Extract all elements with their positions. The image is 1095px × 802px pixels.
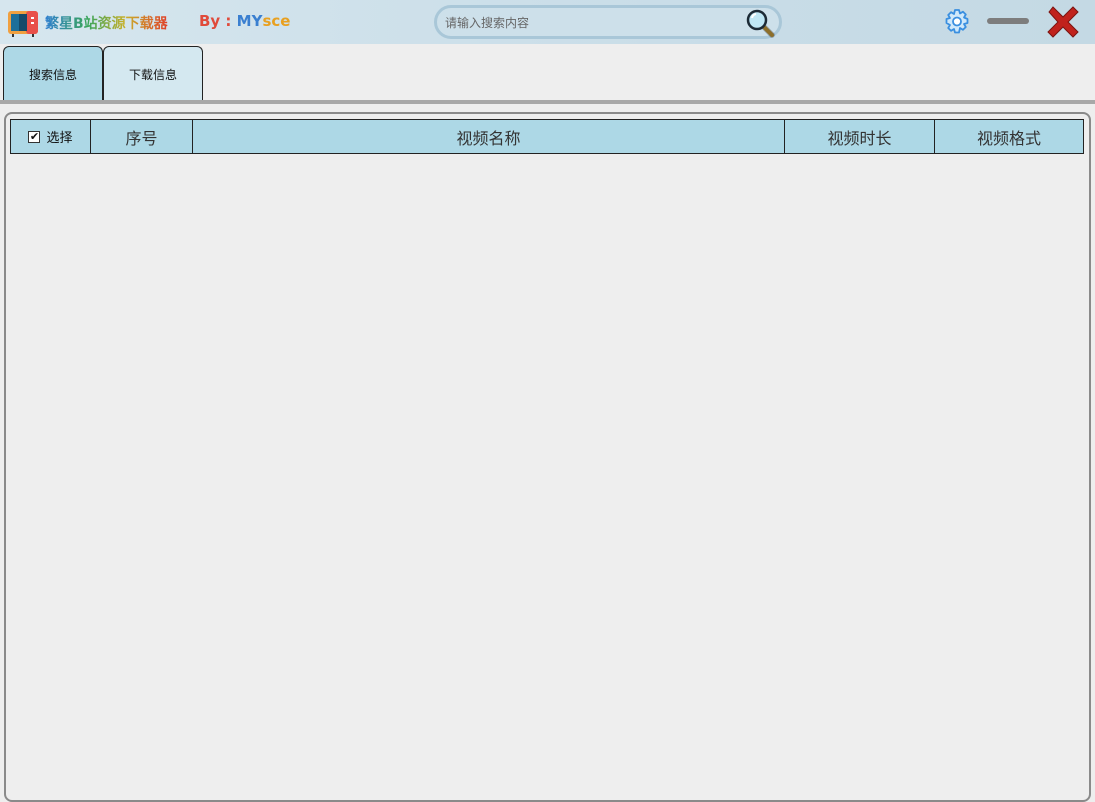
search-box — [434, 5, 782, 39]
author-name-part: sce — [262, 12, 291, 30]
column-header-format[interactable]: 视频格式 — [935, 120, 1083, 153]
tab-download-info[interactable]: 下载信息 — [103, 46, 203, 101]
close-icon[interactable] — [1045, 4, 1081, 40]
column-header-index[interactable]: 序号 — [91, 120, 193, 153]
gear-icon[interactable] — [943, 8, 971, 36]
select-label: 选择 — [46, 131, 73, 146]
app-title: 繁星B站资源下载器 — [45, 13, 168, 33]
select-column-header[interactable]: ✔ 选择 — [11, 120, 91, 153]
tv-icon — [8, 11, 38, 37]
author-label: By : MYsce — [199, 12, 290, 30]
column-header-duration[interactable]: 视频时长 — [785, 120, 935, 153]
divider — [0, 100, 1095, 104]
select-all-checkbox[interactable]: ✔ — [28, 130, 41, 143]
results-panel — [4, 112, 1091, 802]
column-header-video-name[interactable]: 视频名称 — [193, 120, 785, 153]
table-header: ✔ 选择 序号 视频名称 视频时长 视频格式 — [10, 119, 1084, 154]
search-input[interactable] — [445, 14, 735, 32]
tab-search-info[interactable]: 搜索信息 — [3, 46, 103, 101]
magnifier-icon[interactable] — [745, 8, 775, 38]
author-name-part: MY — [236, 12, 263, 30]
minimize-icon[interactable] — [987, 18, 1029, 24]
title-bar: 繁星B站资源下载器 By : MYsce — [0, 0, 1095, 44]
author-prefix: By : — [199, 12, 237, 30]
